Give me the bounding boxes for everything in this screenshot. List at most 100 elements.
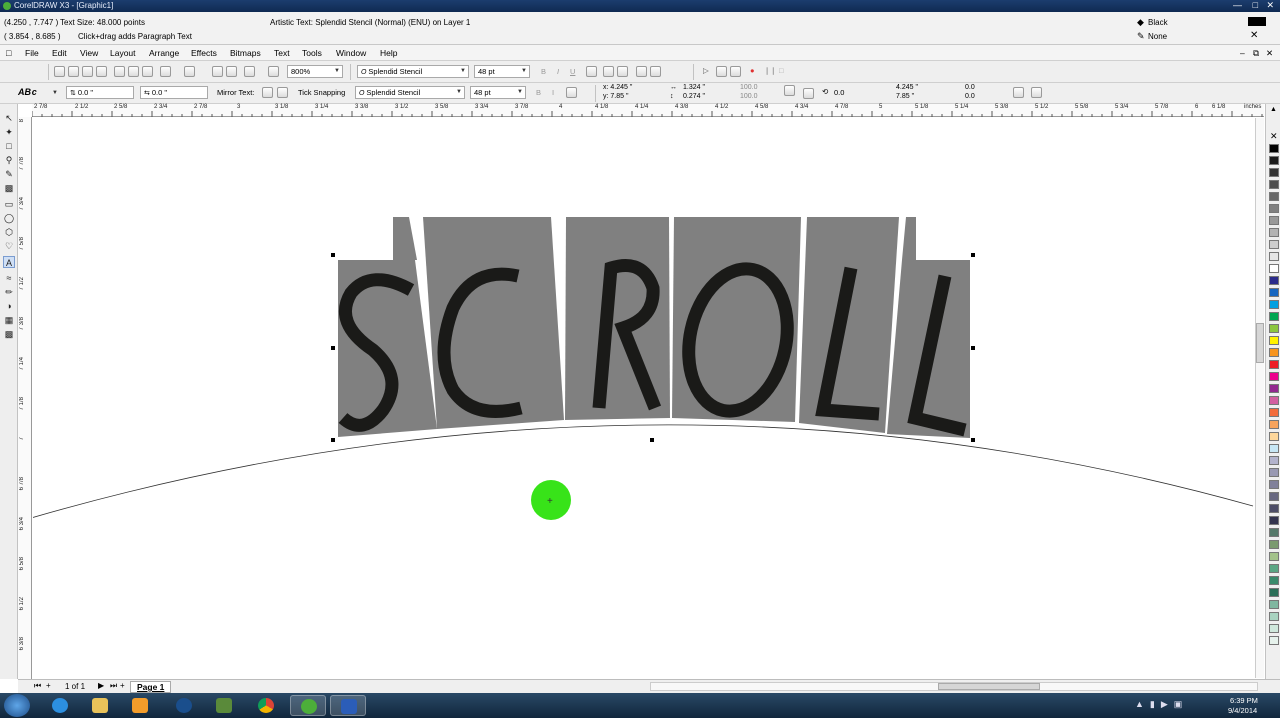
record-icon[interactable]: ●	[750, 66, 755, 75]
taskbar-chrome[interactable]	[248, 695, 284, 716]
clock-date[interactable]: 9/4/2014	[1228, 706, 1257, 715]
edit-text-icon[interactable]	[650, 66, 661, 77]
palette-swatch[interactable]	[1269, 504, 1279, 513]
menu-window[interactable]: Window	[336, 48, 366, 58]
palette-swatch[interactable]	[1269, 252, 1279, 261]
offset-field[interactable]: ⇆ 0.0 "	[140, 86, 208, 99]
clock-time[interactable]: 6:39 PM	[1230, 696, 1258, 705]
skew-x[interactable]: 0.0	[965, 84, 975, 91]
palette-scroll-up-icon[interactable]: ▲	[1270, 106, 1277, 113]
refresh-icon[interactable]	[803, 88, 814, 99]
polygon-tool-icon[interactable]: ⬡	[3, 226, 15, 238]
palette-swatch[interactable]	[1269, 228, 1279, 237]
print-icon[interactable]	[96, 66, 107, 77]
smart-fill-icon[interactable]: ▩	[3, 182, 15, 194]
drawing-canvas[interactable]: +	[30, 118, 1264, 679]
arrange-1-icon[interactable]	[1013, 87, 1024, 98]
menu-edit[interactable]: Edit	[52, 48, 67, 58]
palette-swatch[interactable]	[1269, 456, 1279, 465]
palette-swatch[interactable]	[1269, 384, 1279, 393]
rectangle-tool-icon[interactable]: ▭	[3, 198, 15, 210]
doc-restore-icon[interactable]: ⧉	[1253, 48, 1259, 59]
pick-tool-icon[interactable]: ↖	[3, 112, 15, 124]
pause-icon[interactable]: ❙❙	[764, 66, 777, 75]
font-list-1[interactable]: O Splendid Stencil ▼	[357, 65, 469, 78]
palette-swatch[interactable]	[1269, 156, 1279, 165]
basic-shapes-icon[interactable]: ♡	[3, 240, 15, 252]
palette-swatch[interactable]	[1269, 168, 1279, 177]
play-icon[interactable]: ▷	[703, 66, 709, 75]
outline-tool-icon[interactable]: ◑	[3, 300, 15, 312]
open-icon[interactable]	[68, 66, 79, 77]
palette-swatch[interactable]	[1269, 372, 1279, 381]
paste-icon[interactable]	[142, 66, 153, 77]
palette-swatch[interactable]	[1269, 528, 1279, 537]
center-y[interactable]: 7.85 "	[896, 93, 914, 100]
palette-swatch[interactable]	[1269, 420, 1279, 429]
text-tool-icon[interactable]: A	[3, 256, 15, 268]
mirror-horizontal-icon[interactable]	[262, 87, 273, 98]
format-text-icon[interactable]	[566, 87, 577, 98]
font-size-2[interactable]: 48 pt ▼	[470, 86, 526, 99]
zoom-tool-icon[interactable]: ⚲	[3, 154, 15, 166]
freehand-tool-icon[interactable]: ✎	[3, 168, 15, 180]
interactive-fill-icon[interactable]: ▩	[3, 328, 15, 340]
start-button[interactable]	[4, 694, 30, 717]
page-tab[interactable]: Page 1	[130, 681, 172, 693]
menu-effects[interactable]: Effects	[191, 48, 217, 58]
redo-icon[interactable]	[184, 66, 195, 77]
italic-icon[interactable]: I	[557, 67, 559, 76]
eyedropper-icon[interactable]: ✏	[3, 286, 15, 298]
palette-swatch[interactable]	[1269, 564, 1279, 573]
last-page-icon[interactable]: ⏭	[110, 681, 117, 691]
fill-swatch[interactable]	[1248, 17, 1266, 26]
x-position[interactable]: x: 4.245 "	[603, 84, 632, 91]
palette-swatch[interactable]	[1269, 588, 1279, 597]
media-icon[interactable]	[716, 66, 727, 77]
menu-view[interactable]: View	[80, 48, 98, 58]
shape-tool-icon[interactable]: ✦	[3, 126, 15, 138]
menu-help[interactable]: Help	[380, 48, 397, 58]
palette-swatch[interactable]	[1269, 408, 1279, 417]
palette-swatch[interactable]	[1269, 360, 1279, 369]
scale-x[interactable]: 100.0	[740, 84, 758, 91]
doc-minimize-icon[interactable]: –	[1240, 48, 1245, 58]
ellipse-tool-icon[interactable]: ◯	[3, 212, 15, 224]
maximize-icon[interactable]: □	[1253, 0, 1258, 10]
close-icon[interactable]: ✕	[1266, 0, 1274, 11]
font-size-1[interactable]: 48 pt ▼	[474, 65, 530, 78]
palette-swatch[interactable]	[1269, 240, 1279, 249]
rotation-angle[interactable]: 0.0	[834, 88, 844, 97]
menu-file[interactable]: File	[25, 48, 39, 58]
new-icon[interactable]	[54, 66, 65, 77]
mirror-vertical-icon[interactable]	[277, 87, 288, 98]
preset-dropdown-icon[interactable]: ▼	[52, 90, 58, 96]
tray-icons[interactable]: ▲▮▶▣	[1135, 699, 1188, 710]
taskbar-explorer[interactable]	[82, 695, 118, 716]
palette-swatch[interactable]	[1269, 468, 1279, 477]
doc-close-icon[interactable]: ✕	[1266, 48, 1273, 59]
add-page-icon[interactable]: +	[46, 681, 51, 690]
palette-swatch[interactable]	[1269, 396, 1279, 405]
doc-icon[interactable]: □	[6, 48, 11, 58]
palette-swatch[interactable]	[1269, 552, 1279, 561]
bullet-icon[interactable]	[603, 66, 614, 77]
skew-y[interactable]: 0.0	[965, 93, 975, 100]
no-outline-icon[interactable]: ✕	[1250, 30, 1258, 41]
taskbar-hp[interactable]	[166, 695, 202, 716]
menu-arrange[interactable]: Arrange	[149, 48, 179, 58]
interactive-blend-icon[interactable]: ≈	[3, 272, 15, 284]
palette-swatch[interactable]	[1269, 540, 1279, 549]
underline-icon[interactable]: U	[570, 67, 575, 76]
taskbar-app[interactable]	[206, 695, 242, 716]
dropcap-icon[interactable]	[617, 66, 628, 77]
palette-swatch[interactable]	[1269, 600, 1279, 609]
taskbar-ie[interactable]	[42, 695, 78, 716]
menu-layout[interactable]: Layout	[110, 48, 136, 58]
object-width[interactable]: 1.324 "	[683, 84, 705, 91]
menu-tools[interactable]: Tools	[302, 48, 322, 58]
minimize-icon[interactable]: —	[1233, 0, 1242, 10]
vertical-scroll-thumb[interactable]	[1256, 323, 1264, 363]
app-launcher-icon[interactable]	[244, 66, 255, 77]
palette-swatch[interactable]	[1269, 264, 1279, 273]
